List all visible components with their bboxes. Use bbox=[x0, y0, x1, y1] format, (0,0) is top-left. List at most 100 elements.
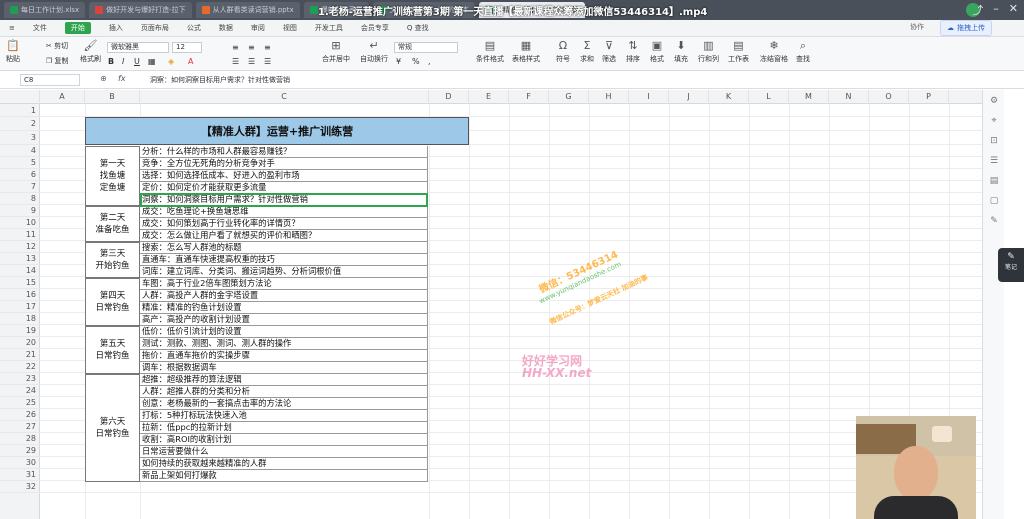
tab-dev-plan[interactable]: 做好开发与爆好打造-拉下 bbox=[89, 2, 192, 18]
row-col-button[interactable]: ▥ 行和列 bbox=[698, 40, 719, 64]
tab-crowd-ppt[interactable]: 从人群看类读词营销.pptx bbox=[195, 2, 300, 18]
row-header[interactable]: 8 bbox=[0, 193, 40, 205]
column-header[interactable]: G bbox=[549, 90, 589, 104]
lesson-item[interactable]: 新品上架如何打爆款 bbox=[140, 470, 428, 482]
day-cell[interactable]: 第六天 日常钓鱼 bbox=[85, 374, 140, 482]
font-color-icon[interactable]: A bbox=[188, 57, 193, 66]
thousands-icon[interactable]: , bbox=[428, 57, 431, 66]
menu-start[interactable]: 开始 bbox=[64, 22, 91, 34]
symbol-button[interactable]: Ω 符号 bbox=[556, 40, 570, 64]
menu-member[interactable]: 会员专享 bbox=[361, 23, 389, 33]
row-header[interactable]: 21 bbox=[0, 349, 40, 361]
notes-button[interactable]: ✎ 笔记 bbox=[998, 248, 1024, 282]
column-header[interactable]: D bbox=[429, 90, 469, 104]
align-bottom-icon[interactable]: ≡ bbox=[264, 43, 271, 52]
row-header[interactable]: 7 bbox=[0, 181, 40, 193]
find-button[interactable]: ⌕ 查找 bbox=[796, 40, 810, 64]
lesson-item[interactable]: 低价：低价引流计划的设置 bbox=[140, 326, 428, 338]
menu-icon[interactable]: ≡ bbox=[9, 24, 15, 32]
lesson-item[interactable]: 成交：怎么做让用户看了就想买的评价和晒图？ bbox=[140, 230, 428, 242]
merge-center-button[interactable]: ⊞ 合并居中 bbox=[322, 40, 350, 64]
row-header[interactable]: 24 bbox=[0, 385, 40, 397]
row-header[interactable]: 4 bbox=[0, 145, 40, 157]
format-button[interactable]: ▣ 格式 bbox=[650, 40, 664, 64]
row-header[interactable]: 16 bbox=[0, 289, 40, 301]
day-cell[interactable]: 第一天 找鱼塘 定鱼塘 bbox=[85, 146, 140, 206]
align-center-icon[interactable]: ☰ bbox=[248, 57, 255, 66]
menu-dev-tools[interactable]: 开发工具 bbox=[315, 23, 343, 33]
name-box[interactable]: C8 bbox=[20, 74, 80, 86]
collab-label[interactable]: 协作 bbox=[910, 22, 924, 32]
row-header[interactable]: 32 bbox=[0, 481, 40, 493]
font-name-select[interactable]: 微软雅黑 bbox=[107, 42, 169, 53]
percent-icon[interactable]: % bbox=[412, 57, 420, 66]
fill-color-icon[interactable]: ◈ bbox=[168, 57, 174, 66]
row-header[interactable]: 18 bbox=[0, 313, 40, 325]
row-header[interactable]: 1 bbox=[0, 104, 40, 117]
row-header[interactable]: 3 bbox=[0, 131, 40, 145]
lesson-item[interactable]: 成交：如何策划高于行业转化率的详情页？ bbox=[140, 218, 428, 230]
lesson-item[interactable]: 如何持续的获取越来越精准的人群 bbox=[140, 458, 428, 470]
tab-daily-plan[interactable]: 每日工作计划.xlsx bbox=[4, 2, 86, 18]
upload-button[interactable]: ☁ 拖拽上传 bbox=[940, 20, 992, 36]
column-header[interactable]: F bbox=[509, 90, 549, 104]
lesson-item[interactable]: 车图：高于行业2倍车图策划方法论 bbox=[140, 278, 428, 290]
row-header[interactable]: 23 bbox=[0, 373, 40, 385]
row-header[interactable]: 11 bbox=[0, 229, 40, 241]
italic-button[interactable]: I bbox=[122, 57, 124, 66]
menu-review[interactable]: 审阅 bbox=[251, 23, 265, 33]
row-header[interactable]: 10 bbox=[0, 217, 40, 229]
row-header[interactable]: 12 bbox=[0, 241, 40, 253]
lesson-item[interactable]: 拖价：直通车拖价的实操步骤 bbox=[140, 350, 428, 362]
conditional-format-button[interactable]: ▤ 条件格式 bbox=[476, 40, 504, 64]
lesson-item[interactable]: 人群：超推人群的分类和分析 bbox=[140, 386, 428, 398]
fx-label[interactable]: fx bbox=[118, 74, 126, 83]
list-icon[interactable]: ☰ bbox=[988, 156, 1000, 166]
menu-data[interactable]: 数据 bbox=[219, 23, 233, 33]
select-all-corner[interactable] bbox=[0, 90, 40, 104]
lesson-item[interactable]: 选择：如何选择低成本、好进入的盈利市场 bbox=[140, 170, 428, 182]
currency-icon[interactable]: ¥ bbox=[396, 57, 401, 66]
number-format-select[interactable]: 常规 bbox=[394, 42, 458, 53]
day-cell[interactable]: 第三天 开始钓鱼 bbox=[85, 242, 140, 278]
lesson-item[interactable]: 高产：高投产的收割计划设置 bbox=[140, 314, 428, 326]
menu-view[interactable]: 视图 bbox=[283, 23, 297, 33]
column-header[interactable]: P bbox=[909, 90, 949, 104]
lesson-item[interactable]: 调车：根据数据调车 bbox=[140, 362, 428, 374]
row-header[interactable]: 19 bbox=[0, 325, 40, 337]
image-icon[interactable]: ▢ bbox=[988, 196, 1000, 206]
row-header[interactable]: 20 bbox=[0, 337, 40, 349]
row-header[interactable]: 13 bbox=[0, 253, 40, 265]
column-header[interactable]: O bbox=[869, 90, 909, 104]
column-header[interactable]: E bbox=[469, 90, 509, 104]
day-cell[interactable]: 第二天 准备吃鱼 bbox=[85, 206, 140, 242]
sort-button[interactable]: ⇅ 排序 bbox=[626, 40, 640, 64]
row-header[interactable]: 22 bbox=[0, 361, 40, 373]
sheet-title-cell[interactable]: 【精准人群】运营+推广训练营 bbox=[85, 117, 469, 145]
table-style-button[interactable]: ▦ 表格样式 bbox=[512, 40, 540, 64]
column-header[interactable]: C bbox=[140, 90, 429, 104]
lesson-item[interactable]: 搜索：怎么写人群池的标题 bbox=[140, 242, 428, 254]
sum-button[interactable]: Σ 求和 bbox=[580, 40, 594, 64]
row-header[interactable]: 31 bbox=[0, 469, 40, 481]
format-painter-button[interactable]: 🖌 格式刷 bbox=[80, 40, 101, 64]
menu-file[interactable]: 文件 bbox=[33, 23, 47, 33]
row-header[interactable]: 2 bbox=[0, 117, 40, 131]
column-header[interactable]: N bbox=[829, 90, 869, 104]
menu-formula[interactable]: 公式 bbox=[187, 23, 201, 33]
column-header[interactable]: L bbox=[749, 90, 789, 104]
row-header[interactable]: 25 bbox=[0, 397, 40, 409]
chart-icon[interactable]: ▤ bbox=[988, 176, 1000, 186]
row-header[interactable]: 9 bbox=[0, 205, 40, 217]
comment-icon[interactable]: ✎ bbox=[988, 216, 1000, 226]
lesson-item[interactable]: 成交：吃鱼理论+换鱼塘思维 bbox=[140, 206, 428, 218]
align-left-icon[interactable]: ☰ bbox=[232, 57, 239, 66]
lesson-item[interactable]: 打标：5种打标玩法快速入池 bbox=[140, 410, 428, 422]
wrap-text-button[interactable]: ↵ 自动换行 bbox=[360, 40, 388, 64]
column-header[interactable]: B bbox=[85, 90, 140, 104]
close-icon[interactable]: ✕ bbox=[1009, 2, 1018, 18]
fill-button[interactable]: ⬇ 填充 bbox=[674, 40, 688, 64]
lesson-item[interactable]: 创意：老杨最新的一套搞点击率的方法论 bbox=[140, 398, 428, 410]
lesson-item[interactable]: 拉新：低ppc的拉新计划 bbox=[140, 422, 428, 434]
lesson-item[interactable]: 收割：高ROI的收割计划 bbox=[140, 434, 428, 446]
